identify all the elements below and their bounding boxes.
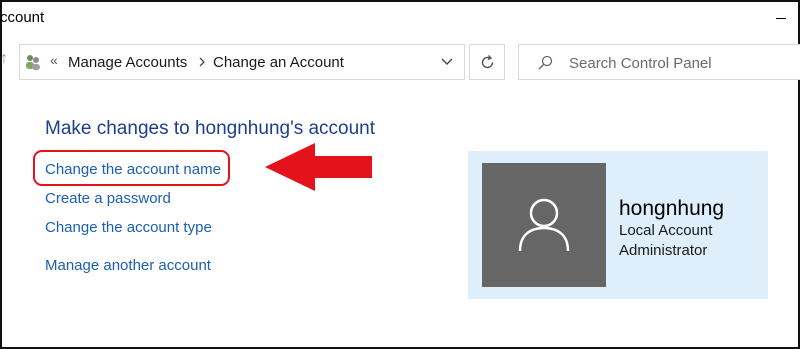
address-bar[interactable]: « Manage Accounts Change an Account: [19, 44, 465, 80]
create-password-link[interactable]: Create a password: [45, 190, 171, 207]
refresh-icon: [481, 55, 494, 69]
avatar: [482, 163, 606, 287]
up-arrow-icon[interactable]: ↑: [0, 50, 8, 68]
account-name: hongnhung: [619, 197, 725, 220]
breadcrumb-change-an-account[interactable]: Change an Account: [213, 54, 344, 71]
history-chevron-icon[interactable]: «: [50, 52, 58, 68]
change-account-type-link[interactable]: Change the account type: [45, 219, 212, 236]
account-card: hongnhung Local Account Administrator: [468, 151, 768, 299]
search-box[interactable]: [518, 44, 800, 80]
breadcrumb-separator-icon[interactable]: [196, 54, 208, 70]
chevron-down-icon[interactable]: [441, 57, 453, 67]
red-arrow-annotation-icon: [265, 143, 372, 191]
account-role: Administrator: [619, 242, 708, 259]
page-heading: Make changes to hongnhung's account: [45, 118, 376, 139]
manage-another-account-link[interactable]: Manage another account: [45, 257, 211, 274]
user-icon: [518, 198, 570, 252]
highlight-annotation: [33, 150, 230, 186]
breadcrumb-manage-accounts[interactable]: Manage Accounts: [68, 54, 187, 71]
minimize-icon[interactable]: [776, 18, 786, 19]
window-title: ccount: [0, 9, 45, 26]
search-input[interactable]: [569, 52, 789, 74]
user-accounts-icon: [26, 55, 40, 70]
search-icon: [538, 55, 553, 70]
account-type: Local Account: [619, 222, 713, 239]
refresh-button[interactable]: [469, 44, 505, 80]
